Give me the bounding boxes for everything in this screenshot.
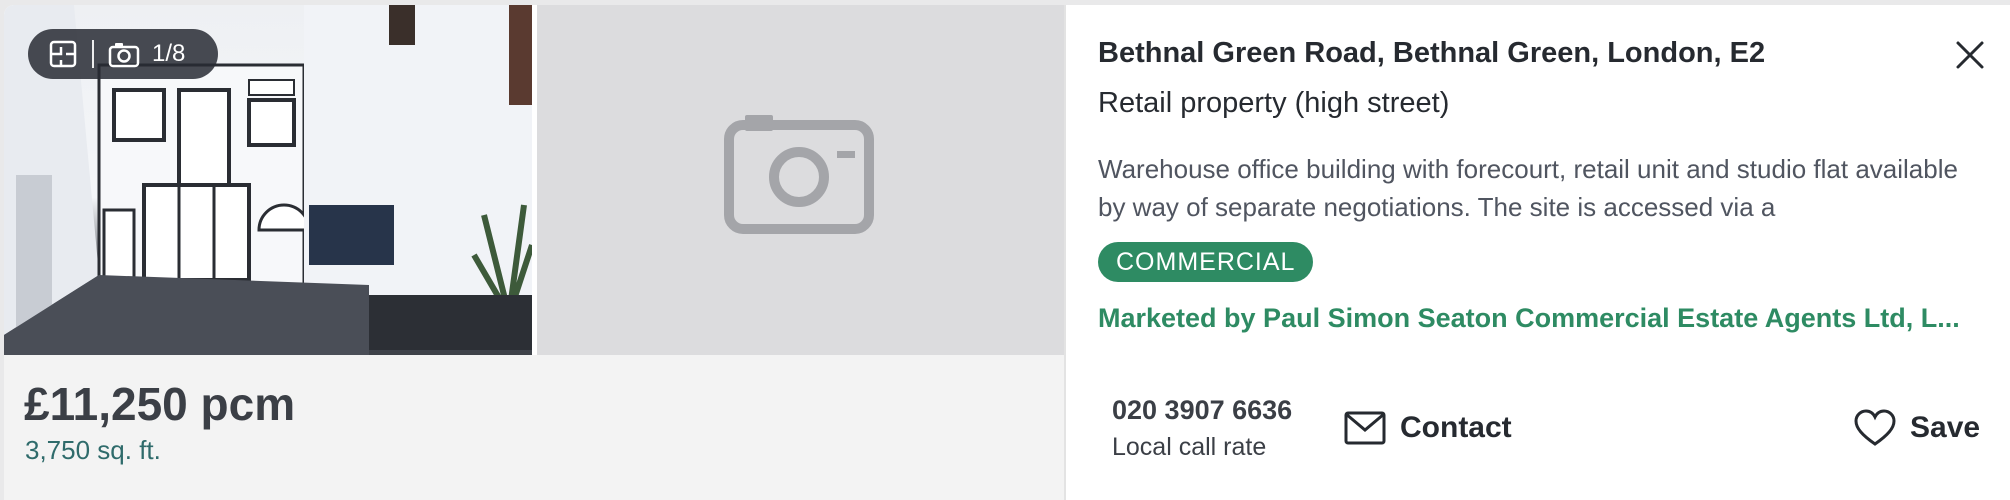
price-section: £11,250 pcm 3,750 sq. ft. <box>4 355 1064 500</box>
save-label: Save <box>1910 411 1981 444</box>
photo-placeholder[interactable] <box>537 5 1064 355</box>
floorplan-icon[interactable] <box>48 39 78 69</box>
badge-divider <box>92 40 94 68</box>
envelope-icon <box>1344 411 1386 445</box>
camera-placeholder-icon <box>724 115 874 234</box>
heart-icon <box>1854 409 1896 446</box>
commercial-tag: COMMERCIAL <box>1098 242 1314 282</box>
property-area: 3,750 sq. ft. <box>25 435 161 465</box>
property-type: Retail property (high street) <box>1098 87 1450 119</box>
save-button[interactable]: Save <box>1854 403 1980 453</box>
contact-label: Contact <box>1400 411 1512 444</box>
phone-number[interactable]: 020 3907 6636 <box>1112 395 1292 426</box>
property-price: £11,250 pcm <box>24 378 296 430</box>
call-rate-label: Local call rate <box>1112 433 1267 461</box>
property-address[interactable]: Bethnal Green Road, Bethnal Green, Londo… <box>1098 37 1765 70</box>
property-description: Warehouse office building with forecourt… <box>1098 154 1958 222</box>
photo-counter: 1/8 <box>152 40 186 67</box>
photo-counter-badge[interactable]: 1/8 <box>28 29 218 79</box>
contact-button[interactable]: Contact <box>1344 403 1512 453</box>
close-icon <box>1956 41 1984 69</box>
property-details: Bethnal Green Road, Bethnal Green, Londo… <box>1064 5 2010 500</box>
close-button[interactable] <box>1952 37 1988 73</box>
property-card[interactable]: 1/8 £11,250 pcm 3,750 sq. ft. Bethnal Gr… <box>4 5 2010 500</box>
marketed-by-link[interactable]: Marketed by Paul Simon Seaton Commercial… <box>1098 303 1968 334</box>
property-media[interactable]: 1/8 <box>4 5 1064 355</box>
camera-icon[interactable] <box>108 40 140 68</box>
